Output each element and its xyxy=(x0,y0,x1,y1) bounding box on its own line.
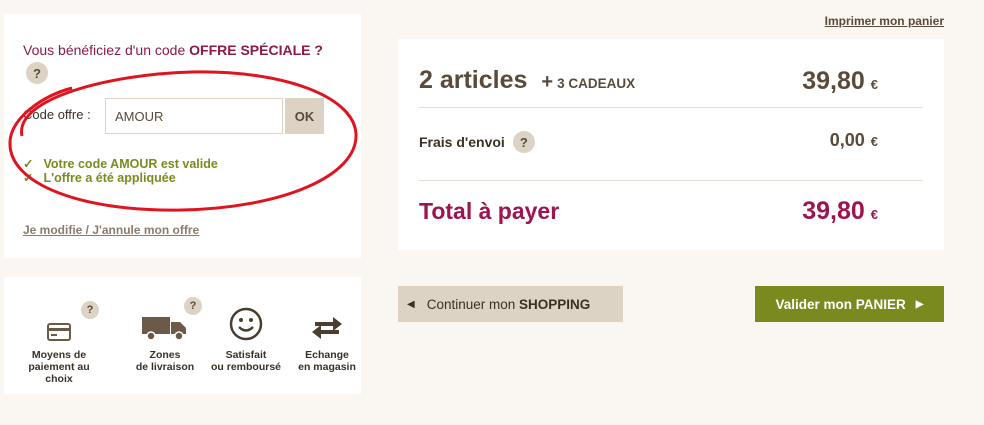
check-icon: ✓ xyxy=(23,171,34,185)
services-panel: ? Moyens de paiement au choix ? Zones de… xyxy=(4,277,361,394)
offer-code-input[interactable] xyxy=(105,98,283,134)
validate-bold: PANIER xyxy=(855,296,906,312)
currency: € xyxy=(870,77,878,92)
offer-help-icon[interactable]: ? xyxy=(26,62,48,84)
service-delivery-label: Zones de livraison xyxy=(122,349,208,373)
payment-help-icon[interactable]: ? xyxy=(81,301,99,319)
shipping-amount: 0,00 xyxy=(829,130,865,150)
service-label-line2: en magasin xyxy=(298,361,356,373)
delivery-help-icon[interactable]: ? xyxy=(184,297,202,315)
service-satisfaction-label: Satisfait ou remboursé xyxy=(204,349,288,373)
offer-code-panel: Vous bénéficiez d'un code OFFRE SPÉCIALE… xyxy=(4,14,361,258)
total-price: 39,80 € xyxy=(802,197,878,226)
service-exchange[interactable]: Echange en magasin xyxy=(294,297,360,373)
offer-title: Vous bénéficiez d'un code OFFRE SPÉCIALE… xyxy=(23,42,323,58)
service-payment[interactable]: ? Moyens de paiement au choix xyxy=(14,297,104,385)
continue-bold: SHOPPING xyxy=(519,296,591,312)
service-label-line2: de livraison xyxy=(135,361,195,373)
service-label-line1: Zones xyxy=(149,349,181,361)
shipping-row: Frais d'envoi ? xyxy=(419,131,535,153)
service-label-line1: Echange xyxy=(305,349,349,361)
service-delivery[interactable]: ? Zones de livraison xyxy=(122,297,208,373)
validate-cart-button[interactable]: Valider mon PANIER ▶ xyxy=(755,286,944,322)
truck-icon xyxy=(142,317,186,341)
code-offer-label: Code offre : xyxy=(23,107,91,122)
service-exchange-label: Echange en magasin xyxy=(294,349,360,373)
credit-card-icon xyxy=(47,323,71,341)
continue-prefix: Continuer mon xyxy=(426,296,516,312)
arrow-left-icon: ◀ xyxy=(407,298,415,310)
service-label-line2: ou remboursé xyxy=(210,361,281,373)
currency: € xyxy=(870,207,878,222)
valid-code-message: ✓ Votre code AMOUR est valide xyxy=(23,156,218,171)
exchange-arrows-icon xyxy=(312,317,342,339)
ok-button[interactable]: OK xyxy=(285,98,324,134)
smiley-icon xyxy=(229,307,263,341)
arrow-right-icon: ▶ xyxy=(915,298,924,310)
shipping-price: 0,00 € xyxy=(830,130,878,151)
articles-price: 39,80 € xyxy=(802,67,878,96)
offer-applied-text: L'offre a été appliquée xyxy=(43,171,176,185)
check-icon: ✓ xyxy=(23,157,34,171)
plus-sign: + xyxy=(541,71,554,93)
articles-amount: 39,80 xyxy=(802,67,865,95)
modify-offer-link[interactable]: Je modifie / J'annule mon offre xyxy=(23,223,199,237)
total-amount: 39,80 xyxy=(802,197,865,225)
continue-shopping-button[interactable]: ◀ Continuer mon SHOPPING xyxy=(398,286,623,322)
shipping-label: Frais d'envoi xyxy=(419,134,505,150)
validate-prefix: Valider mon xyxy=(775,296,853,312)
shipping-help-icon[interactable]: ? xyxy=(512,131,535,153)
valid-code-text: Votre code AMOUR est valide xyxy=(43,157,218,171)
currency: € xyxy=(870,134,878,149)
divider xyxy=(419,180,923,181)
articles-row: 2 articles +3 CADEAUX xyxy=(419,66,635,95)
offer-title-bold: OFFRE SPÉCIALE ? xyxy=(189,42,323,58)
service-label-line2: paiement au choix xyxy=(28,361,90,385)
offer-applied-message: ✓ L'offre a été appliquée xyxy=(23,170,176,185)
cart-summary-panel: 2 articles +3 CADEAUX 39,80 € Frais d'envo… xyxy=(398,39,944,250)
gifts-count: 3 CADEAUX xyxy=(557,76,636,91)
print-cart-link[interactable]: Imprimer mon panier xyxy=(825,14,944,28)
service-satisfaction[interactable]: Satisfait ou remboursé xyxy=(204,297,288,373)
divider xyxy=(419,107,923,108)
service-payment-label: Moyens de paiement au choix xyxy=(14,349,104,385)
offer-title-prefix: Vous bénéficiez d'un code xyxy=(23,42,190,58)
articles-count: 2 articles xyxy=(419,66,528,94)
service-label-line1: Satisfait xyxy=(225,349,267,361)
service-label-line1: Moyens de xyxy=(31,349,87,361)
total-label: Total à payer xyxy=(419,198,560,224)
